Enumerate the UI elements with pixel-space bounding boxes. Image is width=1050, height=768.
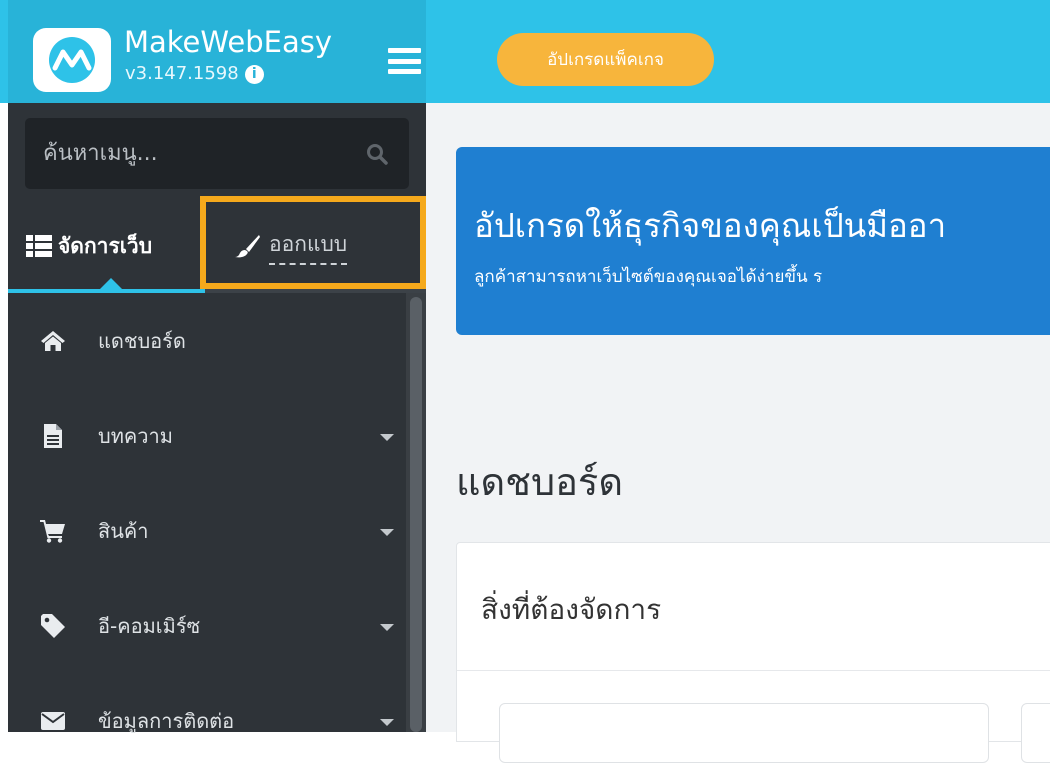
chevron-down-icon bbox=[380, 434, 394, 441]
home-icon bbox=[38, 328, 68, 354]
sidebar: จัดการเว็บ ออกแบบ แดชบอร์ด bbox=[8, 103, 426, 733]
todo-item-box[interactable] bbox=[499, 703, 989, 763]
sidebar-menu: แดชบอร์ด บทความ สินค้า อี-คอมเมิร์ซ ข้อม… bbox=[8, 293, 406, 768]
upgrade-package-button[interactable]: อัปเกรดแพ็คเกจ bbox=[497, 33, 714, 86]
card-title: สิ่งที่ต้องจัดการ bbox=[481, 593, 662, 626]
tab-design-label: ออกแบบ bbox=[269, 228, 348, 265]
sidebar-item-contact[interactable]: ข้อมูลการติดต่อ bbox=[8, 673, 406, 768]
todo-card: สิ่งที่ต้องจัดการ bbox=[456, 542, 1050, 763]
sidebar-item-dashboard[interactable]: แดชบอร์ด bbox=[8, 293, 406, 388]
envelope-icon bbox=[38, 708, 68, 734]
menu-search bbox=[25, 118, 409, 189]
top-bar: MakeWebEasy v3.147.1598 i อัปเกรดแพ็คเกจ bbox=[0, 0, 1050, 103]
chevron-down-icon bbox=[380, 624, 394, 631]
search-icon[interactable] bbox=[365, 142, 389, 166]
app-version: v3.147.1598 i bbox=[125, 64, 264, 84]
card-divider bbox=[457, 670, 1050, 671]
cart-icon bbox=[38, 518, 68, 544]
list-icon bbox=[26, 235, 52, 257]
menu-toggle-icon[interactable] bbox=[388, 48, 421, 74]
sidebar-tabs: จัดการเว็บ ออกแบบ bbox=[8, 203, 426, 293]
file-icon bbox=[38, 423, 68, 449]
tab-manage-label: จัดการเว็บ bbox=[58, 233, 153, 258]
logo-icon[interactable] bbox=[33, 28, 111, 92]
sidebar-item-label: สินค้า bbox=[98, 518, 149, 543]
chevron-down-icon bbox=[380, 719, 394, 726]
banner-title: อัปเกรดให้ธุรกิจของคุณเป็นมืออา bbox=[474, 206, 947, 245]
brand-area: MakeWebEasy v3.147.1598 i bbox=[8, 0, 426, 103]
tab-manage-website[interactable]: จัดการเว็บ bbox=[8, 203, 205, 289]
main-content: อัปเกรดให้ธุรกิจของคุณเป็นมืออา ลูกค้าสา… bbox=[426, 103, 1050, 763]
version-text: v3.147.1598 bbox=[125, 63, 239, 84]
sidebar-item-label: แดชบอร์ด bbox=[98, 328, 186, 353]
todo-item-box[interactable] bbox=[1021, 703, 1050, 763]
sidebar-item-products[interactable]: สินค้า bbox=[8, 483, 406, 578]
tab-design[interactable]: ออกแบบ bbox=[205, 203, 426, 289]
chevron-down-icon bbox=[380, 529, 394, 536]
page-title: แดชบอร์ด bbox=[456, 460, 623, 504]
upgrade-banner[interactable]: อัปเกรดให้ธุรกิจของคุณเป็นมืออา ลูกค้าสา… bbox=[456, 147, 1050, 335]
sidebar-scrollbar[interactable] bbox=[406, 293, 426, 732]
scrollbar-thumb[interactable] bbox=[410, 297, 422, 732]
sidebar-item-label: อี-คอมเมิร์ซ bbox=[98, 613, 201, 638]
app-name: MakeWebEasy bbox=[124, 25, 332, 59]
sidebar-item-label: บทความ bbox=[98, 423, 173, 448]
paintbrush-icon bbox=[235, 235, 260, 258]
info-icon[interactable]: i bbox=[244, 64, 264, 84]
active-tab-caret-icon bbox=[100, 278, 122, 289]
sidebar-item-articles[interactable]: บทความ bbox=[8, 388, 406, 483]
banner-subtitle: ลูกค้าสามารถหาเว็บไซต์ของคุณเจอได้ง่ายขึ… bbox=[474, 267, 823, 287]
tag-icon bbox=[38, 613, 68, 639]
menu-search-input[interactable] bbox=[25, 118, 345, 189]
sidebar-item-ecommerce[interactable]: อี-คอมเมิร์ซ bbox=[8, 578, 406, 673]
